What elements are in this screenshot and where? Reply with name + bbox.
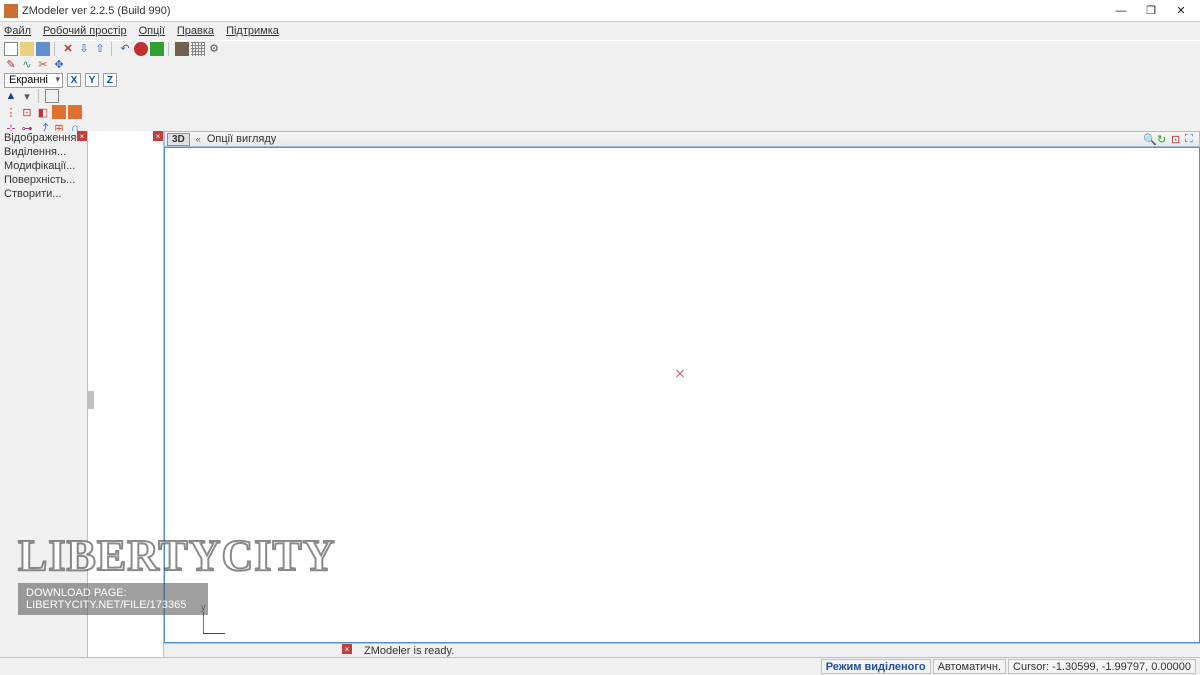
separator	[111, 42, 114, 56]
workspace: × Відображення... Виділення... Модифікац…	[0, 131, 1200, 657]
menubar: Файл Робочий простір Опції Правка Підтри…	[0, 22, 1200, 40]
axis-gizmo	[203, 608, 229, 634]
tool-selection[interactable]: Виділення...	[0, 145, 87, 159]
menu-workspace[interactable]: Робочий простір	[43, 25, 127, 37]
viewport-header: 3D « Опції вигляду 🔍 ↻ ⊡ ⛶	[164, 131, 1200, 147]
snap-icon[interactable]: ⊡	[1171, 133, 1183, 145]
vertex-icon[interactable]: ⋮	[4, 105, 18, 119]
axis-y-button[interactable]: Y	[85, 73, 99, 87]
main-toolbar: ✕ ⇩ ⇧ ↶ ⚙	[0, 40, 1200, 56]
object-icon[interactable]	[68, 105, 82, 119]
tools-panel: × Відображення... Виділення... Модифікац…	[0, 131, 88, 657]
statusbar: Режим виділеного Автоматичн. Cursor: -1.…	[0, 657, 1200, 675]
minimize-button[interactable]: —	[1106, 1, 1136, 21]
grid-icon[interactable]	[191, 42, 205, 56]
maximize-button[interactable]: ❐	[1136, 1, 1166, 21]
output-text: ZModeler is ready.	[364, 645, 454, 657]
status-cursor: Cursor: -1.30599, -1.99797, 0.00000	[1008, 659, 1196, 674]
refresh-icon[interactable]: ↻	[1157, 133, 1169, 145]
axis-x-icon	[203, 633, 225, 634]
stop-icon[interactable]	[134, 42, 148, 56]
undo-icon[interactable]: ↶	[118, 42, 132, 56]
scene-tree-panel: ×	[88, 131, 164, 657]
axis-x-button[interactable]: X	[67, 73, 81, 87]
titlebar: ZModeler ver 2.2.5 (Build 990) — ❐ ✕	[0, 0, 1200, 22]
cone-icon[interactable]: ▲	[4, 89, 18, 103]
status-auto: Автоматичн.	[933, 659, 1006, 674]
selection-toolbar: ⋮ ⊡ ◧	[0, 104, 1200, 120]
separator	[38, 89, 41, 103]
scissors-icon[interactable]: ✂	[36, 57, 50, 71]
viewport-3d[interactable]	[164, 147, 1200, 643]
box-icon[interactable]	[45, 89, 59, 103]
close-button[interactable]: ✕	[1166, 1, 1196, 21]
output-close-icon[interactable]: ×	[342, 644, 352, 654]
delete-icon[interactable]: ✕	[61, 42, 75, 56]
object-toolbar: ▲ ▾	[0, 88, 1200, 104]
curve-icon[interactable]: ∿	[20, 57, 34, 71]
face-icon[interactable]: ◧	[36, 105, 50, 119]
menu-edit[interactable]: Правка	[177, 25, 214, 37]
tool-surface[interactable]: Поверхність...	[0, 173, 87, 187]
axis-z-button[interactable]: Z	[103, 73, 117, 87]
menu-options[interactable]: Опції	[139, 25, 165, 37]
tool-display[interactable]: Відображення...	[0, 131, 87, 145]
menu-help[interactable]: Підтримка	[226, 25, 279, 37]
axis-mode-dropdown[interactable]: Екранні	[4, 73, 63, 88]
separator	[54, 42, 57, 56]
panel-close-icon[interactable]: ×	[153, 131, 163, 141]
viewport-options-label[interactable]: Опції вигляду	[207, 133, 276, 145]
move-icon[interactable]: ✥	[52, 57, 66, 71]
splitter-handle[interactable]	[88, 391, 94, 409]
window-title: ZModeler ver 2.2.5 (Build 990)	[22, 5, 1106, 17]
save-icon[interactable]	[36, 42, 50, 56]
edit-toolbar: ✎ ∿ ✂ ✥	[0, 56, 1200, 72]
camera-icon[interactable]	[175, 42, 189, 56]
panel-close-icon[interactable]: ×	[77, 131, 87, 141]
viewport-mode-badge[interactable]: 3D	[167, 133, 190, 146]
tool-create[interactable]: Створити...	[0, 187, 87, 201]
new-icon[interactable]	[4, 42, 18, 56]
element-icon[interactable]	[52, 105, 66, 119]
separator	[168, 42, 171, 56]
menu-file[interactable]: Файл	[4, 25, 31, 37]
export-icon[interactable]: ⇧	[93, 42, 107, 56]
maximize-viewport-icon[interactable]: ⛶	[1185, 133, 1197, 145]
open-icon[interactable]	[20, 42, 34, 56]
go-icon[interactable]	[150, 42, 164, 56]
edge-icon[interactable]: ⊡	[20, 105, 34, 119]
pen-icon[interactable]: ✎	[4, 57, 18, 71]
output-bar: × ZModeler is ready.	[164, 643, 1200, 657]
viewport-area: 3D « Опції вигляду 🔍 ↻ ⊡ ⛶ × ZModeler is…	[164, 131, 1200, 657]
tool-modify[interactable]: Модифікації...	[0, 159, 87, 173]
dropdown-icon[interactable]: ▾	[20, 89, 34, 103]
import-icon[interactable]: ⇩	[77, 42, 91, 56]
app-icon	[4, 4, 18, 18]
axis-toolbar: Екранні X Y Z	[0, 72, 1200, 88]
origin-marker-icon	[675, 368, 685, 378]
viewport-expand-icon[interactable]: «	[196, 134, 201, 144]
zoom-icon[interactable]: 🔍	[1143, 133, 1155, 145]
axis-y-icon	[203, 612, 204, 634]
settings-icon[interactable]: ⚙	[207, 42, 221, 56]
status-mode: Режим виділеного	[821, 659, 931, 674]
